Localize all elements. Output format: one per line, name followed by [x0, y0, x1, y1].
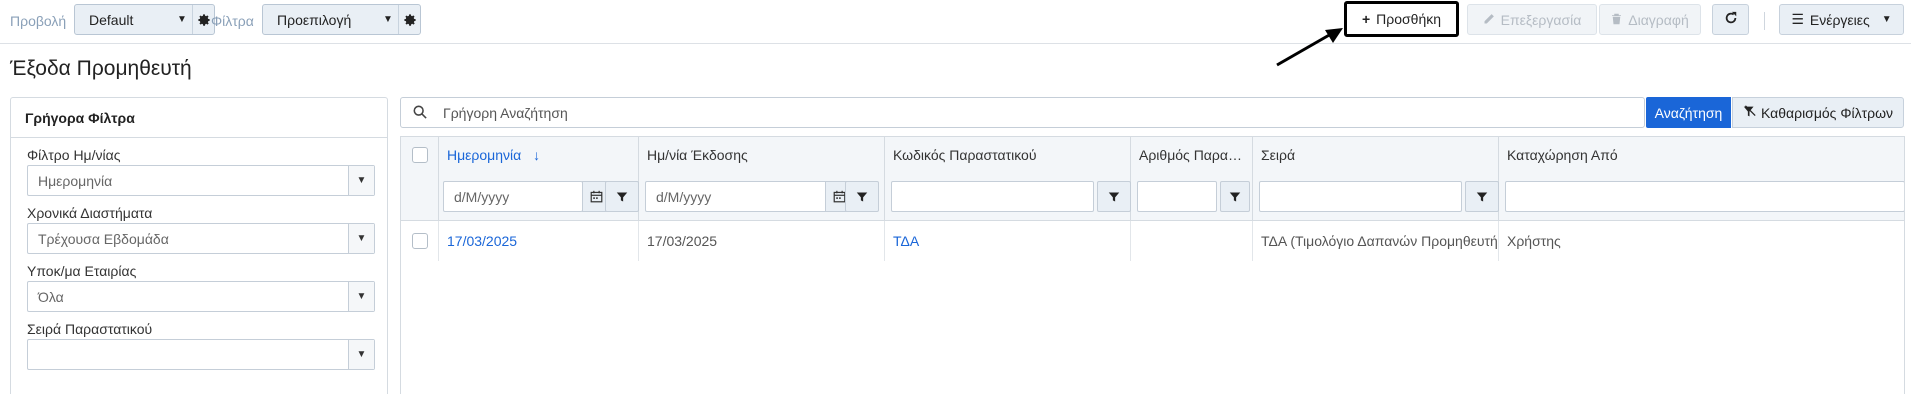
column-issue-date[interactable]: Ημ/νία Έκδοσης d/M/yyyy [639, 137, 885, 221]
date-filter-select[interactable]: Ημερομηνία ▼ [27, 165, 375, 196]
view-dropdown-value: Default [89, 11, 134, 28]
column-document-number[interactable]: Αριθμός Παραστατικού [1131, 137, 1253, 221]
row-registered-by-cell: Χρήστης [1507, 233, 1561, 249]
chevron-down-icon[interactable]: ▼ [348, 282, 374, 311]
company-branch-value: Όλα [38, 288, 64, 305]
column-issue-date-title[interactable]: Ημ/νία Έκδοσης [647, 147, 748, 163]
series-filter-input[interactable] [1259, 181, 1462, 212]
view-label: Προβολή [10, 13, 67, 29]
trash-icon [1611, 12, 1622, 28]
document-series-label: Σειρά Παραστατικού [27, 321, 153, 337]
plus-icon: + [1361, 11, 1371, 27]
filters-dropdown-value: Προεπιλογή [277, 11, 352, 28]
caret-down-icon: ▼ [383, 14, 393, 25]
chevron-down-icon[interactable]: ▼ [348, 224, 374, 253]
column-document-number-title[interactable]: Αριθμός Παραστατικού [1139, 147, 1247, 163]
refresh-icon [1724, 11, 1738, 28]
document-number-filter-input[interactable] [1137, 181, 1217, 212]
edit-button-label: Επεξεργασία [1500, 11, 1582, 28]
caret-down-icon: ▼ [177, 14, 187, 25]
row-series-cell: ΤΔΑ (Τιμολόγιο Δαπανών Προμηθευτή) [1253, 221, 1499, 261]
clear-filters-label: Καθαρισμός Φίλτρων [1760, 104, 1894, 121]
table-row[interactable]: 17/03/2025 17/03/2025 ΤΔΑ ΤΔΑ (Τιμολόγιο… [401, 221, 1904, 261]
quick-filters-title: Γρήγορα Φίλτρα [11, 98, 387, 138]
page-title: Έξοδα Προμηθευτή [10, 57, 192, 80]
row-date-cell[interactable]: 17/03/2025 [439, 221, 639, 261]
time-period-select[interactable]: Τρέχουσα Εβδομάδα ▼ [27, 223, 375, 254]
company-branch-select[interactable]: Όλα ▼ [27, 281, 375, 312]
pencil-icon [1483, 12, 1495, 28]
time-period-label: Χρονικά Διαστήματα [27, 205, 153, 221]
column-document-code-title[interactable]: Κωδικός Παραστατικού [893, 147, 1037, 163]
gear-icon[interactable] [398, 5, 420, 34]
row-select-cell [401, 221, 439, 261]
search-icon [413, 105, 427, 122]
add-button[interactable]: + Προσθήκη [1344, 1, 1459, 37]
date-filter-label: Φίλτρο Ημ/νίας [27, 147, 121, 163]
clear-filters-button[interactable]: Καθαρισμός Φίλτρων [1732, 97, 1904, 128]
chevron-down-icon[interactable]: ▼ [348, 166, 374, 195]
quick-filters-panel: Γρήγορα Φίλτρα Φίλτρο Ημ/νίας Ημερομηνία… [10, 97, 388, 394]
sort-desc-icon: ↓ [533, 147, 541, 163]
filters-label: Φίλτρα [211, 13, 254, 29]
registered-by-filter-input[interactable] [1505, 181, 1904, 212]
filter-icon[interactable] [605, 181, 639, 212]
row-document-number-cell [1131, 221, 1253, 261]
delete-button-label: Διαγραφή [1628, 11, 1689, 28]
chevron-down-icon[interactable]: ▼ [348, 340, 374, 369]
chevron-down-icon: ▼ [1881, 14, 1892, 25]
actions-menu-button[interactable]: ☰ Ενέργειες ▼ [1779, 4, 1904, 35]
column-registered-by-title[interactable]: Καταχώρηση Από [1507, 147, 1618, 163]
column-date-title[interactable]: Ημερομηνία ↓ [447, 147, 540, 163]
actions-button-label: Ενέργειες [1809, 11, 1870, 28]
column-series-title[interactable]: Σειρά [1261, 147, 1295, 163]
filter-icon[interactable] [1465, 181, 1499, 212]
filter-icon[interactable] [1220, 181, 1250, 212]
toolbar-divider [1764, 12, 1765, 30]
document-code-filter-input[interactable] [891, 181, 1094, 212]
view-dropdown[interactable]: Default ▼ [74, 4, 215, 35]
issue-date-filter-input[interactable]: d/M/yyyy [645, 181, 827, 212]
refresh-button[interactable] [1712, 4, 1749, 35]
date-filter-input[interactable]: d/M/yyyy [443, 181, 583, 212]
select-column [401, 137, 439, 221]
date-filter-value: Ημερομηνία [38, 172, 113, 189]
select-all-checkbox[interactable] [412, 147, 428, 163]
filters-dropdown[interactable]: Προεπιλογή ▼ [262, 4, 421, 35]
grid-header: Ημερομηνία ↓ d/M/yyyy Ημ/νία Έκδοσης d/M… [401, 137, 1904, 221]
time-period-value: Τρέχουσα Εβδομάδα [38, 230, 169, 247]
row-document-code-cell[interactable]: ΤΔΑ [885, 221, 1131, 261]
edit-button[interactable]: Επεξεργασία [1467, 4, 1597, 35]
filter-icon[interactable] [845, 181, 879, 212]
quick-search-placeholder: Γρήγορη Αναζήτηση [443, 105, 568, 121]
column-series[interactable]: Σειρά [1253, 137, 1499, 221]
annotation-arrow-icon [1276, 28, 1343, 67]
column-date[interactable]: Ημερομηνία ↓ d/M/yyyy [439, 137, 639, 221]
document-series-select[interactable]: ▼ [27, 339, 375, 370]
search-button[interactable]: Αναζήτηση [1646, 97, 1731, 128]
column-document-code[interactable]: Κωδικός Παραστατικού [885, 137, 1131, 221]
filter-icon[interactable] [1097, 181, 1131, 212]
quick-search-field[interactable]: Γρήγορη Αναζήτηση [400, 97, 1645, 128]
menu-icon: ☰ [1791, 11, 1804, 27]
company-branch-label: Υποκ/μα Εταιρίας [27, 263, 137, 279]
top-toolbar: Προβολή Default ▼ Φίλτρα Προεπιλογή ▼ + … [0, 0, 1911, 44]
expenses-grid: Ημερομηνία ↓ d/M/yyyy Ημ/νία Έκδοσης d/M… [400, 136, 1905, 394]
delete-button[interactable]: Διαγραφή [1599, 4, 1701, 35]
clear-filter-icon [1743, 104, 1756, 121]
add-button-label: Προσθήκη [1376, 11, 1442, 27]
row-checkbox[interactable] [412, 233, 428, 249]
row-issue-date-cell: 17/03/2025 [639, 221, 885, 261]
column-registered-by[interactable]: Καταχώρηση Από [1499, 137, 1904, 221]
